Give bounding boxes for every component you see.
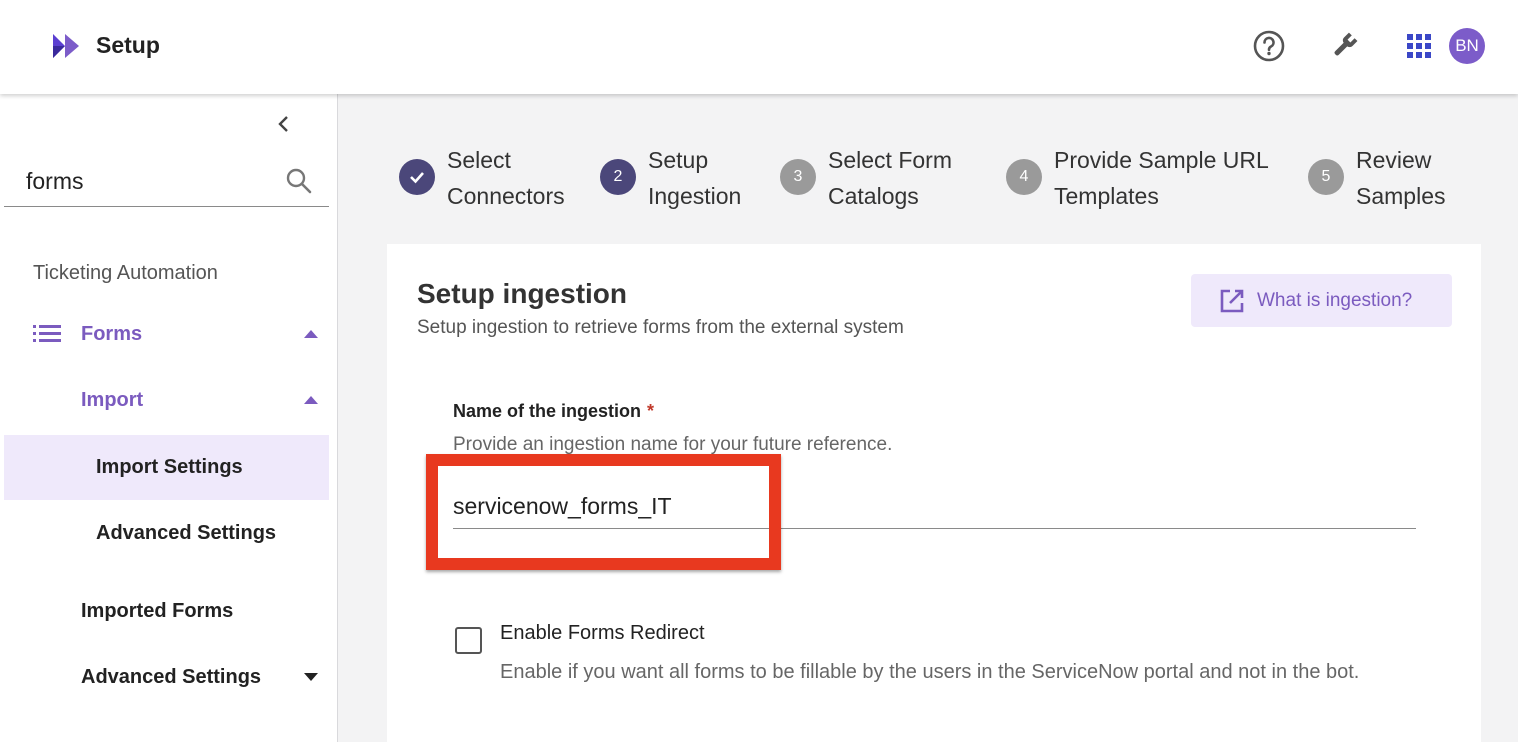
ingestion-name-help: Provide an ingestion name for your futur… <box>453 434 893 455</box>
open-in-new-icon <box>1220 289 1244 312</box>
setup-ingestion-card: Setup ingestion Setup ingestion to retri… <box>387 244 1481 742</box>
step-number: 5 <box>1308 159 1344 195</box>
step-label: Ingestion <box>648 183 742 209</box>
step-number: 4 <box>1006 159 1042 195</box>
step-number: 3 <box>780 159 816 195</box>
apps-grid-icon[interactable] <box>1401 28 1437 64</box>
sidebar-item-imported-forms[interactable]: Imported Forms <box>4 579 329 643</box>
step-label: Templates <box>1054 183 1159 209</box>
step-label: Samples <box>1356 183 1446 209</box>
step-review-samples[interactable]: 5 Review Samples <box>1308 142 1445 214</box>
ingestion-name-label: Name of the ingestion * <box>453 401 655 421</box>
app-title: Setup <box>96 32 160 58</box>
sidebar-item-advanced-settings[interactable]: Advanced Settings <box>4 645 329 709</box>
sidebar-item-label: Forms <box>81 322 143 345</box>
help-icon[interactable] <box>1251 28 1287 64</box>
sidebar-item-label: Advanced Settings <box>96 521 277 544</box>
caret-up-icon[interactable] <box>303 392 319 408</box>
step-label: Connectors <box>447 183 565 209</box>
top-bar: Setup BN <box>0 0 1518 94</box>
caret-down-icon[interactable] <box>303 669 319 685</box>
step-label: Select <box>447 147 511 173</box>
sidebar-item-forms[interactable]: Forms <box>4 302 329 366</box>
search-icon[interactable] <box>284 166 314 196</box>
what-is-ingestion-label: What is ingestion? <box>1257 289 1413 311</box>
step-label: Catalogs <box>828 183 919 209</box>
brand-logo-icon <box>53 34 79 58</box>
step-setup-ingestion[interactable]: 2 Setup Ingestion <box>600 142 741 214</box>
sidebar-search <box>4 154 329 207</box>
user-avatar[interactable]: BN <box>1449 28 1485 64</box>
sidebar-item-label: Import <box>81 388 144 411</box>
step-select-form-catalogs[interactable]: 3 Select Form Catalogs <box>780 142 952 214</box>
ingestion-name-input[interactable] <box>453 484 1416 529</box>
search-input[interactable] <box>26 166 276 196</box>
step-label: Provide Sample URL <box>1054 147 1269 173</box>
page-subtitle: Setup ingestion to retrieve forms from t… <box>417 317 904 338</box>
sidebar: Ticketing Automation Forms Import Import… <box>0 94 338 742</box>
sidebar-item-label: Advanced Settings <box>81 665 262 688</box>
step-label: Select Form <box>828 147 952 173</box>
wrench-icon[interactable] <box>1326 28 1362 64</box>
sidebar-item-import-settings[interactable]: Import Settings <box>4 435 329 500</box>
enable-forms-redirect-checkbox[interactable] <box>455 627 482 654</box>
sidebar-section-title: Ticketing Automation <box>33 262 218 284</box>
what-is-ingestion-button[interactable]: What is ingestion? <box>1191 274 1452 327</box>
step-label: Review <box>1356 147 1432 173</box>
sidebar-item-import[interactable]: Import <box>4 368 329 432</box>
sidebar-item-import-advanced-settings[interactable]: Advanced Settings <box>4 501 329 565</box>
page-title: Setup ingestion <box>417 278 627 309</box>
enable-forms-redirect-help: Enable if you want all forms to be filla… <box>500 661 1360 683</box>
enable-forms-redirect-label: Enable Forms Redirect <box>500 622 705 644</box>
required-mark: * <box>647 401 655 421</box>
check-icon <box>399 159 435 195</box>
step-select-connectors[interactable]: Select Connectors <box>399 142 565 214</box>
step-label: Setup <box>648 147 709 173</box>
caret-up-icon[interactable] <box>303 326 319 342</box>
list-icon <box>33 325 61 342</box>
chevron-left-icon[interactable] <box>272 112 296 136</box>
sidebar-item-label: Import Settings <box>96 456 243 478</box>
step-provide-sample-url-templates[interactable]: 4 Provide Sample URL Templates <box>1006 142 1269 214</box>
sidebar-item-label: Imported Forms <box>81 599 234 622</box>
step-number: 2 <box>600 159 636 195</box>
